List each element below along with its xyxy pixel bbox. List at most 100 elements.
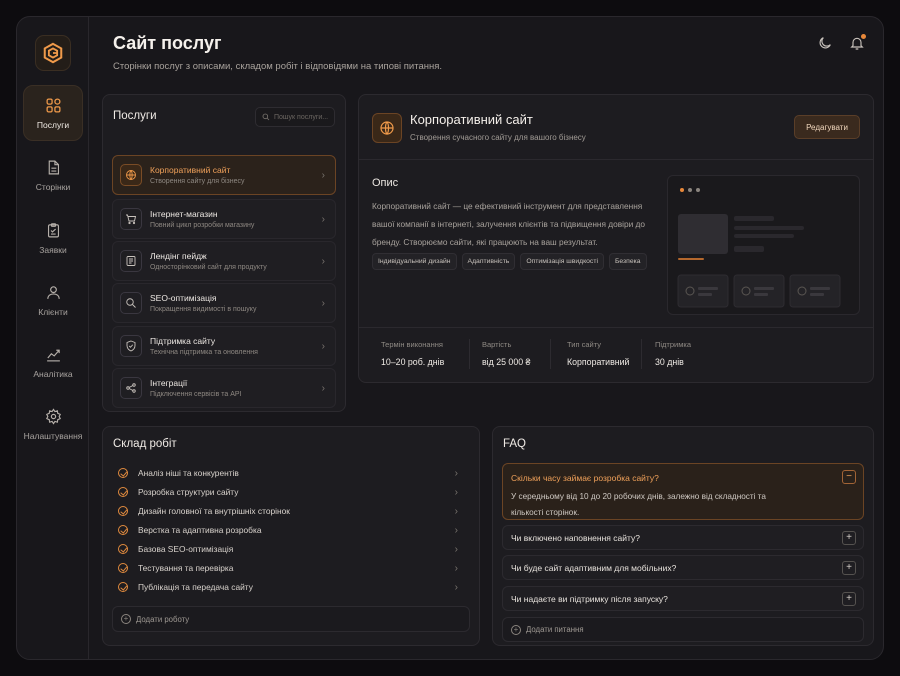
tag-list: Індивідуальний дизайн Адаптивність Оптим… — [372, 253, 647, 270]
clipboard-icon — [47, 222, 59, 237]
logo-icon — [43, 42, 63, 64]
theme-toggle-button[interactable] — [817, 35, 833, 51]
add-question-label: Додати питання — [526, 625, 584, 634]
notification-dot — [861, 34, 866, 39]
detail-subtitle: Створення сучасного сайту для вашого біз… — [410, 133, 586, 142]
service-name: Лендінг пейдж — [150, 251, 207, 261]
moon-icon — [819, 37, 831, 49]
chevron-right-icon: › — [454, 562, 458, 574]
collapse-button[interactable]: − — [842, 470, 856, 484]
globe-icon — [126, 170, 136, 181]
faq-answer: У середньому від 10 до 20 робочих днів, … — [511, 492, 766, 517]
add-work-label: Додати роботу — [136, 614, 190, 624]
service-name: Інтеграції — [150, 378, 188, 388]
expand-button[interactable]: + — [842, 531, 856, 545]
faq-item[interactable]: Чи надаєте ви підтримку після запуску? + — [502, 586, 864, 611]
chevron-right-icon: › — [454, 505, 458, 517]
sidebar-item-label: Сторінки — [35, 181, 71, 192]
service-search-input[interactable]: Пошук послуги... — [255, 107, 335, 127]
edit-button[interactable]: Редагувати — [794, 115, 860, 139]
logo[interactable] — [35, 35, 71, 71]
check-circle-icon — [118, 582, 128, 592]
service-name: Інтернет-магазин — [150, 209, 218, 219]
service-name: Корпоративний сайт — [150, 165, 231, 175]
work-item-label: Дизайн головної та внутрішніх сторінок — [138, 506, 290, 516]
work-item-label: Публікація та передача сайту — [138, 582, 253, 592]
sidebar-item-clients[interactable]: Клієнти — [23, 272, 83, 328]
gear-icon — [45, 407, 61, 425]
service-stats: Термін виконання 10–20 роб. днів Вартіст… — [359, 327, 873, 384]
work-item[interactable]: Публікація та передача сайту › — [118, 578, 466, 596]
service-desc: Покращення видимості в пошуку — [150, 306, 257, 313]
faq-item[interactable]: Чи буде сайт адаптивним для мобільних? + — [502, 555, 864, 580]
tag: Оптимізація швидкості — [520, 253, 604, 270]
add-work-button[interactable]: + Додати роботу — [112, 606, 470, 632]
faq-item[interactable]: Скільки часу займає розробка сайту? У се… — [502, 463, 864, 520]
work-item[interactable]: Верстка та адаптивна розробка › — [118, 521, 466, 539]
user-icon — [46, 285, 60, 299]
sidebar-item-label: Клієнти — [38, 306, 68, 317]
stat-value: від 25 000 ₴ — [482, 357, 531, 367]
description-label: Опис — [372, 177, 399, 189]
work-item[interactable]: Аналіз ніші та конкурентів › — [118, 464, 466, 482]
detail-title: Корпоративний сайт — [410, 112, 533, 127]
service-name: SEO-оптимізація — [150, 293, 217, 303]
work-item[interactable]: Дизайн головної та внутрішніх сторінок › — [118, 502, 466, 520]
service-item-integrations[interactable]: Інтеграції Підключення сервісів та API › — [112, 368, 336, 408]
service-item-shop[interactable]: Інтернет-магазин Повний цикл розробки ма… — [112, 199, 336, 239]
check-circle-icon — [118, 544, 128, 554]
cart-icon — [126, 214, 137, 225]
site-preview-image — [667, 175, 860, 315]
stat-divider — [550, 339, 551, 369]
chevron-right-icon: › — [454, 581, 458, 593]
sidebar-item-settings[interactable]: Налаштування — [23, 396, 83, 452]
service-item-landing[interactable]: Лендінг пейдж Односторінковий сайт для п… — [112, 241, 336, 281]
work-item-label: Верстка та адаптивна розробка — [138, 525, 262, 535]
works-title: Склад робіт — [113, 438, 177, 450]
stat-value: 30 днів — [655, 357, 684, 367]
search-placeholder: Пошук послуги... — [274, 113, 329, 121]
sidebar-item-services[interactable]: Послуги — [23, 85, 83, 141]
stat-label: Термін виконання — [381, 340, 443, 349]
faq-question: Чи включено наповнення сайту? — [511, 533, 640, 543]
service-desc: Повний цикл розробки магазину — [150, 222, 255, 229]
sidebar: Послуги Сторінки Заявки Клієнти Аналітик… — [17, 17, 89, 659]
chevron-right-icon: › — [454, 467, 458, 479]
top-icons — [817, 34, 866, 51]
stat-support: Підтримка 30 днів — [655, 340, 691, 367]
faq-item[interactable]: Чи включено наповнення сайту? + — [502, 525, 864, 550]
stat-label: Підтримка — [655, 340, 692, 349]
check-circle-icon — [118, 563, 128, 573]
sidebar-item-label: Налаштування — [23, 430, 83, 441]
service-desc: Підключення сервісів та API — [150, 391, 242, 398]
service-item-seo[interactable]: SEO-оптимізація Покращення видимості в п… — [112, 283, 336, 323]
work-item-label: Аналіз ніші та конкурентів — [138, 468, 239, 478]
services-title: Послуги — [113, 110, 157, 122]
chevron-right-icon: › — [321, 169, 325, 181]
stat-divider — [469, 339, 470, 369]
service-item-corporate[interactable]: Корпоративний сайт Створення сайту для б… — [112, 155, 336, 195]
sidebar-item-label: Послуги — [36, 119, 70, 130]
work-item[interactable]: Тестування та перевірка › — [118, 559, 466, 577]
page-icon — [126, 256, 136, 266]
wireframe-illustration — [677, 188, 841, 308]
chevron-right-icon: › — [321, 297, 325, 309]
chevron-right-icon: › — [321, 382, 325, 394]
globe-icon — [380, 121, 394, 135]
notifications-button[interactable] — [849, 34, 866, 51]
expand-button[interactable]: + — [842, 592, 856, 606]
sidebar-item-pages[interactable]: Сторінки — [23, 147, 83, 203]
search-icon — [126, 298, 136, 308]
work-item[interactable]: Базова SEO-оптимізація › — [118, 540, 466, 558]
work-item-label: Розробка структури сайту — [138, 487, 239, 497]
work-item-label: Тестування та перевірка — [138, 563, 234, 573]
expand-button[interactable]: + — [842, 561, 856, 575]
share-icon — [126, 383, 136, 393]
add-question-button[interactable]: + Додати питання — [502, 617, 864, 642]
work-item[interactable]: Розробка структури сайту › — [118, 483, 466, 501]
sidebar-item-analytics[interactable]: Аналітика — [23, 334, 83, 390]
chevron-right-icon: › — [454, 543, 458, 555]
service-item-support[interactable]: Підтримка сайту Технічна підтримка та он… — [112, 326, 336, 366]
sidebar-item-requests[interactable]: Заявки — [23, 210, 83, 266]
faq-title: FAQ — [503, 438, 527, 450]
